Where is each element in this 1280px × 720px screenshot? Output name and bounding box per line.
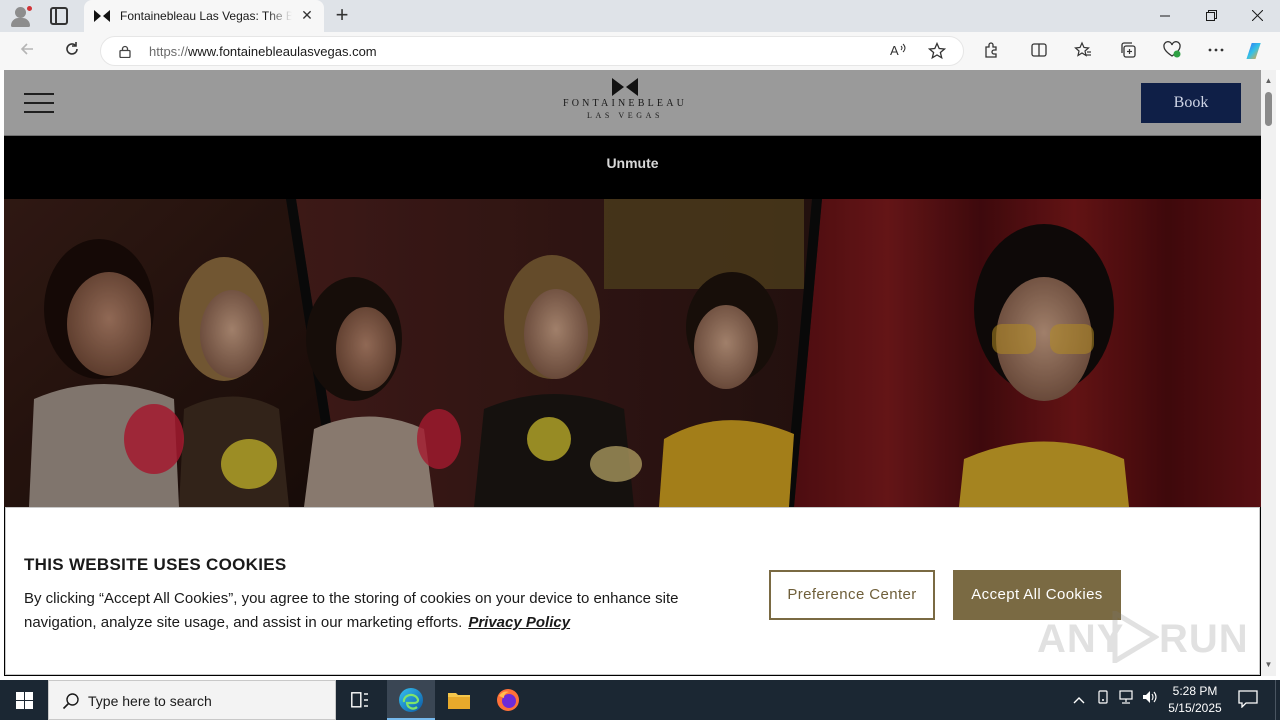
browser-tab-active[interactable]: Fontainebleau Las Vegas: The Best Luxury…	[84, 0, 324, 32]
device-tray-icon[interactable]	[1094, 690, 1112, 710]
close-icon	[1251, 9, 1263, 22]
settings-more-icon[interactable]	[1205, 41, 1227, 61]
clock-date: 5/15/2025	[1168, 701, 1222, 715]
favorite-star-icon[interactable]	[927, 41, 947, 62]
taskbar-file-explorer-button[interactable]	[435, 680, 483, 720]
address-bar[interactable]: https://www.fontainebleaulasvegas.com A	[100, 36, 964, 66]
minimize-button[interactable]	[1142, 0, 1188, 32]
url-text[interactable]: https://www.fontainebleaulasvegas.com	[149, 44, 377, 59]
taskbar-firefox-button[interactable]	[484, 680, 532, 720]
tab-title: Fontainebleau Las Vegas: The Best Luxury…	[120, 9, 292, 23]
tab-close-icon[interactable]: ✕	[300, 8, 314, 22]
svg-text:A: A	[890, 43, 899, 58]
clock-time: 5:28 PM	[1172, 684, 1218, 698]
refresh-button[interactable]	[59, 39, 85, 63]
taskbar-search-box[interactable]: Type here to search	[48, 680, 336, 720]
site-logo[interactable]: FONTAINEBLEAU LAS VEGAS	[545, 78, 705, 128]
show-desktop-button[interactable]	[1275, 680, 1280, 720]
split-screen-icon[interactable]	[1028, 41, 1050, 61]
hero-photo-collage	[4, 199, 1261, 507]
windows-taskbar: Type here to search 5:28 PM 5/15/2025	[0, 680, 1280, 720]
restore-icon	[1205, 10, 1217, 21]
edge-browser-icon	[399, 688, 423, 712]
browser-essentials-icon[interactable]	[1161, 41, 1183, 61]
page-viewport: FONTAINEBLEAU LAS VEGAS Book Unmute THIS…	[4, 70, 1261, 676]
scrollbar-thumb[interactable]	[1265, 92, 1272, 126]
copilot-icon[interactable]	[1246, 41, 1268, 61]
fontainebleau-bowtie-icon	[94, 10, 110, 22]
notifications-icon[interactable]	[1238, 690, 1258, 709]
show-hidden-icons-chevron-icon[interactable]	[1070, 690, 1088, 710]
video-control-bar: Unmute	[4, 136, 1261, 199]
book-button[interactable]: Book	[1141, 83, 1241, 123]
back-arrow-icon	[20, 43, 33, 55]
browser-tab-bar: Fontainebleau Las Vegas: The Best Luxury…	[0, 0, 1280, 32]
scroll-down-arrow-icon[interactable]: ▼	[1264, 660, 1273, 670]
logo-subtitle: LAS VEGAS	[586, 111, 664, 120]
close-window-button[interactable]	[1234, 0, 1280, 32]
taskbar-edge-button[interactable]	[387, 680, 435, 720]
logo-wordmark: FONTAINEBLEAU	[562, 98, 688, 109]
hero-image	[4, 199, 1261, 507]
taskbar-clock[interactable]: 5:28 PM 5/15/2025	[1162, 683, 1228, 717]
read-aloud-icon[interactable]: A	[888, 42, 908, 62]
scroll-up-arrow-icon[interactable]: ▲	[1264, 76, 1273, 86]
start-button[interactable]	[0, 680, 48, 720]
favorites-icon[interactable]	[1072, 41, 1094, 61]
minimize-icon	[1160, 15, 1170, 17]
extensions-icon[interactable]	[980, 41, 1002, 61]
cookie-consent-banner: THIS WEBSITE USES COOKIES By clicking “A…	[5, 507, 1260, 675]
search-placeholder: Type here to search	[88, 693, 212, 709]
preference-center-button[interactable]: Preference Center	[769, 570, 935, 620]
task-view-icon	[351, 692, 368, 708]
tab-actions-icon[interactable]	[50, 7, 68, 25]
network-icon[interactable]	[1117, 690, 1135, 710]
volume-icon[interactable]	[1141, 690, 1159, 710]
cookie-heading: THIS WEBSITE USES COOKIES	[24, 555, 287, 574]
unmute-button[interactable]: Unmute	[4, 155, 1261, 171]
restore-button[interactable]	[1188, 0, 1234, 32]
site-header: FONTAINEBLEAU LAS VEGAS Book	[4, 70, 1261, 136]
windows-logo-icon	[16, 692, 33, 709]
back-button[interactable]	[14, 39, 40, 63]
task-view-button[interactable]	[336, 680, 384, 720]
privacy-policy-link[interactable]: Privacy Policy	[468, 614, 570, 631]
page-scrollbar[interactable]: ▲ ▼	[1261, 70, 1276, 676]
profile-avatar-icon[interactable]	[8, 4, 34, 28]
anyrun-watermark: ANY RUN	[1037, 605, 1248, 665]
folder-icon	[448, 693, 470, 709]
menu-hamburger-icon[interactable]	[24, 93, 54, 113]
search-icon	[62, 693, 79, 710]
lock-icon[interactable]	[119, 45, 131, 58]
browser-toolbar: https://www.fontainebleaulasvegas.com A	[0, 32, 1280, 70]
cookie-message: By clicking “Accept All Cookies”, you ag…	[24, 590, 679, 631]
bowtie-logo-icon	[612, 78, 638, 96]
firefox-icon	[497, 689, 519, 711]
collections-icon[interactable]	[1117, 41, 1139, 61]
refresh-icon	[66, 42, 78, 55]
new-tab-button[interactable]: +	[330, 4, 354, 28]
